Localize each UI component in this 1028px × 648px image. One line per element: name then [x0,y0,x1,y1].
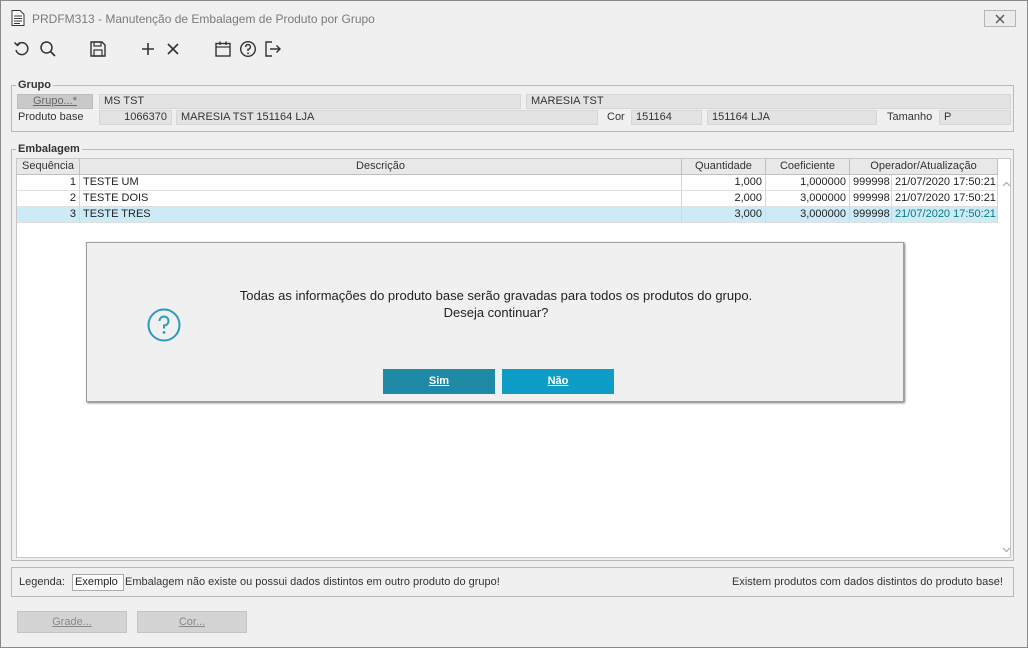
undo-button[interactable] [11,38,33,60]
cell-sequencia: 3 [17,207,80,223]
grupo-desc-field: MARESIA TST [526,94,1011,109]
cor-button[interactable]: Cor... [137,611,247,633]
legend-bar: Legenda: Exemplo Embalagem não existe ou… [11,567,1014,597]
grupo-lookup-button[interactable]: Grupo...* [17,94,93,109]
help-icon [239,40,257,58]
save-button[interactable] [87,38,109,60]
cell-coeficiente: 3,000000 [766,191,850,207]
exit-icon [265,41,281,57]
chevron-up-icon [1002,181,1010,187]
add-button[interactable] [137,38,159,60]
cor-code-field[interactable]: 151164 [631,110,702,125]
save-icon [90,41,106,57]
cell-operador: 999998 [850,175,892,191]
cell-operador: 999998 [850,207,892,223]
title-bar: PRDFM313 - Manutenção de Embalagem de Pr… [1,1,1027,34]
calendar-button[interactable] [212,38,234,60]
window-title: PRDFM313 - Manutenção de Embalagem de Pr… [32,12,375,26]
cell-quantidade: 1,000 [682,175,766,191]
tamanho-label: Tamanho [887,111,933,123]
chevron-down-icon [1002,547,1010,553]
col-header-sequencia[interactable]: Sequência [17,159,80,175]
grupo-section-title: Grupo [16,79,53,91]
cor-label: Cor [607,111,625,123]
dialog-message-line1: Todas as informações do produto base ser… [239,288,753,303]
main-window: PRDFM313 - Manutenção de Embalagem de Pr… [0,0,1028,648]
close-icon [995,14,1005,23]
cell-descricao: TESTE DOIS [80,191,682,207]
add-icon [142,43,154,55]
tamanho-field[interactable]: P [939,110,1011,125]
cell-quantidade: 2,000 [682,191,766,207]
col-header-operador[interactable]: Operador/Atualização [850,159,998,175]
delete-icon [167,43,179,55]
delete-button[interactable] [162,38,184,60]
dialog-message-line2: Deseja continuar? [443,305,549,320]
col-header-coeficiente[interactable]: Coeficiente [766,159,850,175]
cell-atualizacao: 21/07/2020 17:50:21 [892,175,998,191]
cor-desc-field: 151164 LJA [707,110,877,125]
produto-base-desc-field: MARESIA TST 151164 LJA [176,110,598,125]
produto-base-label: Produto base [18,111,84,123]
yes-button[interactable]: Sim [383,369,495,394]
cell-quantidade: 3,000 [682,207,766,223]
cell-coeficiente: 3,000000 [766,207,850,223]
cell-descricao: TESTE TRES [80,207,682,223]
undo-icon [13,41,29,56]
cell-operador: 999998 [850,191,892,207]
search-icon [40,41,56,57]
legend-example-swatch: Exemplo [72,574,124,591]
produto-base-code-field[interactable]: 1066370 [99,110,172,125]
cell-sequencia: 1 [17,175,80,191]
legend-right-text: Existem produtos com dados distintos do … [732,576,1003,588]
table-row-selected[interactable]: 3 TESTE TRES 3,000 3,000000 999998 21/07… [17,207,998,223]
table-row[interactable]: 2 TESTE DOIS 2,000 3,000000 999998 21/07… [17,191,998,207]
cell-atualizacao: 21/07/2020 17:50:21 [892,207,998,223]
grupo-code-field[interactable]: MS TST [99,94,521,109]
grade-button[interactable]: Grade... [17,611,127,633]
cell-atualizacao: 21/07/2020 17:50:21 [892,191,998,207]
toolbar [1,34,1027,64]
col-header-quantidade[interactable]: Quantidade [682,159,766,175]
document-icon [11,10,25,26]
exit-button[interactable] [262,38,284,60]
scroll-down-arrow[interactable] [1000,545,1012,555]
col-header-descricao[interactable]: Descrição [80,159,682,175]
confirm-dialog: Todas as informações do produto base ser… [86,242,904,402]
calendar-icon [215,41,231,57]
cell-sequencia: 2 [17,191,80,207]
embalagem-section-title: Embalagem [16,143,82,155]
question-icon [147,308,181,342]
search-button[interactable] [37,38,59,60]
legend-example-text: Embalagem não existe ou possui dados dis… [125,576,500,588]
cell-coeficiente: 1,000000 [766,175,850,191]
table-row[interactable]: 1 TESTE UM 1,000 1,000000 999998 21/07/2… [17,175,998,191]
legend-label: Legenda: [19,576,65,588]
close-button[interactable] [984,10,1016,27]
no-button[interactable]: Não [502,369,614,394]
scroll-up-arrow[interactable] [1000,179,1012,189]
cell-descricao: TESTE UM [80,175,682,191]
help-button[interactable] [237,38,259,60]
